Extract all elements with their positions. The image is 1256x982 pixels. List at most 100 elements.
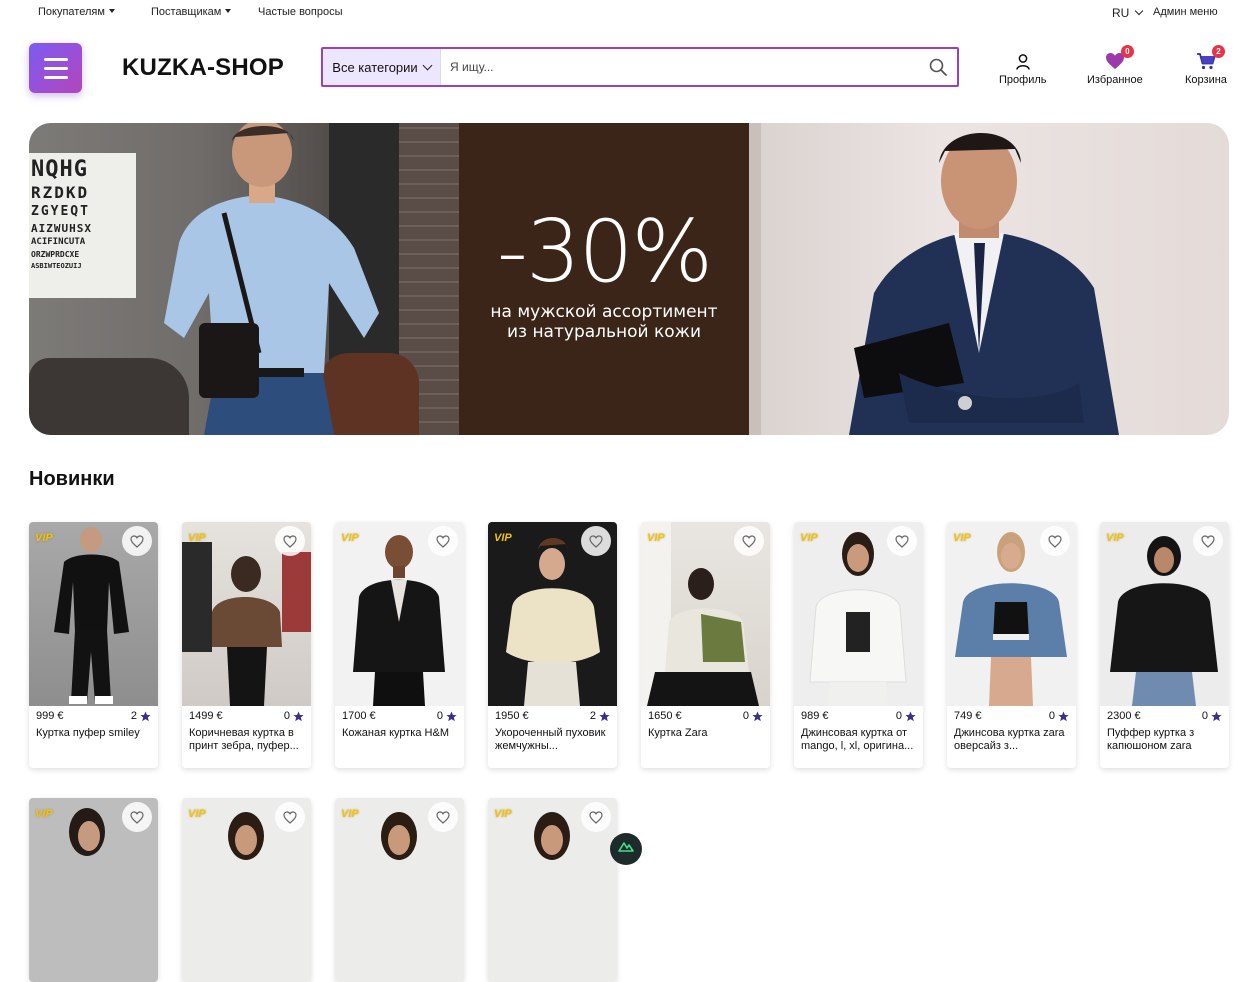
- product-rating: 0: [283, 710, 290, 722]
- banner-promo-panel: -30% на мужской ассортимент из натуральн…: [459, 123, 749, 435]
- promo-banner[interactable]: NQHG RZDKD ZGYEQT AIZWUHSX ACIFINCUTA OR…: [29, 123, 1229, 435]
- product-card[interactable]: VIP 1950 € 2 Укороченный пуховик жемчужн…: [488, 522, 617, 768]
- product-photo: VIP: [29, 522, 158, 706]
- product-photo: VIP: [29, 798, 158, 982]
- menu-icon-line: [44, 67, 68, 70]
- product-price: 1700 €: [342, 710, 376, 722]
- vip-badge: VIP: [35, 808, 53, 820]
- category-select[interactable]: Все категории: [323, 49, 441, 85]
- vip-badge: VIP: [1106, 532, 1124, 544]
- star-icon: [1058, 710, 1069, 721]
- product-card[interactable]: VIP 749 € 0 Джинсова куртка zara оверсай…: [947, 522, 1076, 768]
- favorites-button[interactable]: 0 Избранное: [1087, 45, 1143, 86]
- profile-button[interactable]: Профиль: [999, 50, 1047, 86]
- suppliers-menu-label: Поставщикам: [151, 6, 222, 18]
- star-icon: [599, 710, 610, 721]
- product-price: 989 €: [801, 710, 829, 722]
- admin-menu-link[interactable]: Админ меню: [1153, 6, 1218, 18]
- product-rating: 0: [895, 710, 902, 722]
- product-card[interactable]: VIP 1700 € 0 Кожаная куртка H&M: [335, 522, 464, 768]
- promo-line-1: на мужской ассортимент: [490, 302, 718, 322]
- product-name: Кожаная куртка H&M: [342, 727, 449, 739]
- product-rating: 0: [436, 710, 443, 722]
- product-photo: VIP: [488, 522, 617, 706]
- favorite-toggle[interactable]: [887, 526, 917, 556]
- heart-outline-icon: [130, 534, 144, 548]
- product-card[interactable]: VIP 2300 € 0 Пуффер куртка з капюшоном z…: [1100, 522, 1229, 768]
- product-photo: VIP: [641, 522, 770, 706]
- vip-badge: VIP: [188, 532, 206, 544]
- product-card[interactable]: VIP 1499 € 0 Коричневая куртка в принт з…: [182, 522, 311, 768]
- buyers-menu[interactable]: Покупателям: [38, 6, 115, 18]
- heart-outline-icon: [589, 810, 603, 824]
- new-arrivals-title: Новинки: [29, 468, 115, 490]
- product-photo: VIP: [335, 522, 464, 706]
- language-label: RU: [1112, 6, 1130, 20]
- product-card[interactable]: VIP 989 € 0 Джинсовая куртка от mango, l…: [794, 522, 923, 768]
- faq-link[interactable]: Частые вопросы: [258, 6, 343, 18]
- favorite-toggle[interactable]: [122, 526, 152, 556]
- cart-button[interactable]: 2 Корзина: [1185, 45, 1227, 86]
- product-price: 999 €: [36, 710, 64, 722]
- favorite-toggle[interactable]: [275, 526, 305, 556]
- favorite-toggle[interactable]: [428, 526, 458, 556]
- profile-label: Профиль: [999, 74, 1047, 86]
- eye-chart-row: AIZWUHSX: [31, 222, 92, 235]
- language-selector[interactable]: RU: [1112, 6, 1144, 20]
- favorite-toggle[interactable]: [428, 802, 458, 832]
- eye-chart-row: ACIFINCUTA: [31, 237, 86, 247]
- heart-outline-icon: [1201, 534, 1215, 548]
- product-photo: VIP: [947, 522, 1076, 706]
- product-name: Куртка пуфер smiley: [36, 727, 140, 739]
- favorite-toggle[interactable]: [581, 526, 611, 556]
- menu-button[interactable]: [29, 43, 82, 93]
- site-logo[interactable]: KUZKA-SHOP: [122, 54, 284, 82]
- product-rating: 0: [1048, 710, 1055, 722]
- search-input[interactable]: [441, 49, 919, 85]
- product-name: Укороченный пуховик жемчужны...: [495, 727, 606, 752]
- product-price: 749 €: [954, 710, 982, 722]
- favorite-toggle[interactable]: [1193, 526, 1223, 556]
- mountain-logo-icon: [618, 842, 634, 852]
- product-price: 2300 €: [1107, 710, 1141, 722]
- search-button[interactable]: [919, 49, 957, 85]
- faq-link-label: Частые вопросы: [258, 6, 343, 18]
- product-card[interactable]: VIP 999 € 2 Куртка пуфер smiley: [29, 522, 158, 768]
- product-photo: VIP: [1100, 522, 1229, 706]
- favorite-toggle[interactable]: [734, 526, 764, 556]
- product-card[interactable]: VIP: [29, 798, 158, 982]
- product-photo: VIP: [182, 522, 311, 706]
- vip-badge: VIP: [647, 532, 665, 544]
- product-price: 1499 €: [189, 710, 223, 722]
- heart-outline-icon: [895, 534, 909, 548]
- product-card[interactable]: VIP: [335, 798, 464, 982]
- star-icon: [905, 710, 916, 721]
- chevron-down-icon: [422, 60, 433, 70]
- suppliers-menu[interactable]: Поставщикам: [151, 6, 232, 18]
- favorite-toggle[interactable]: [581, 802, 611, 832]
- favorites-label: Избранное: [1087, 74, 1143, 86]
- product-card[interactable]: VIP 1650 € 0 Куртка Zara: [641, 522, 770, 768]
- menu-icon: [44, 58, 68, 61]
- product-card[interactable]: VIP: [488, 798, 617, 982]
- chevron-down-icon: [1135, 6, 1144, 16]
- vip-badge: VIP: [35, 532, 53, 544]
- favorite-toggle[interactable]: [275, 802, 305, 832]
- product-card[interactable]: VIP: [182, 798, 311, 982]
- favorite-toggle[interactable]: [1040, 526, 1070, 556]
- star-icon: [140, 710, 151, 721]
- torn-edge: [749, 123, 761, 435]
- user-icon: [1016, 54, 1030, 70]
- eye-chart-row: RZDKD: [31, 183, 90, 202]
- promo-line-2: из натуральной кожи: [506, 322, 702, 342]
- cart-count-badge: 2: [1211, 45, 1225, 58]
- admin-menu-label: Админ меню: [1153, 6, 1218, 18]
- vip-badge: VIP: [341, 532, 359, 544]
- favorite-toggle[interactable]: [122, 802, 152, 832]
- star-icon: [446, 710, 457, 721]
- nuxt-devtools-button[interactable]: [610, 833, 642, 865]
- product-name: Пуффер куртка з капюшоном zara: [1107, 727, 1195, 752]
- eye-chart-row: NQHG: [31, 157, 88, 182]
- product-name: Коричневая куртка в принт зебра, пуфер..…: [189, 727, 299, 752]
- product-rating: 0: [742, 710, 749, 722]
